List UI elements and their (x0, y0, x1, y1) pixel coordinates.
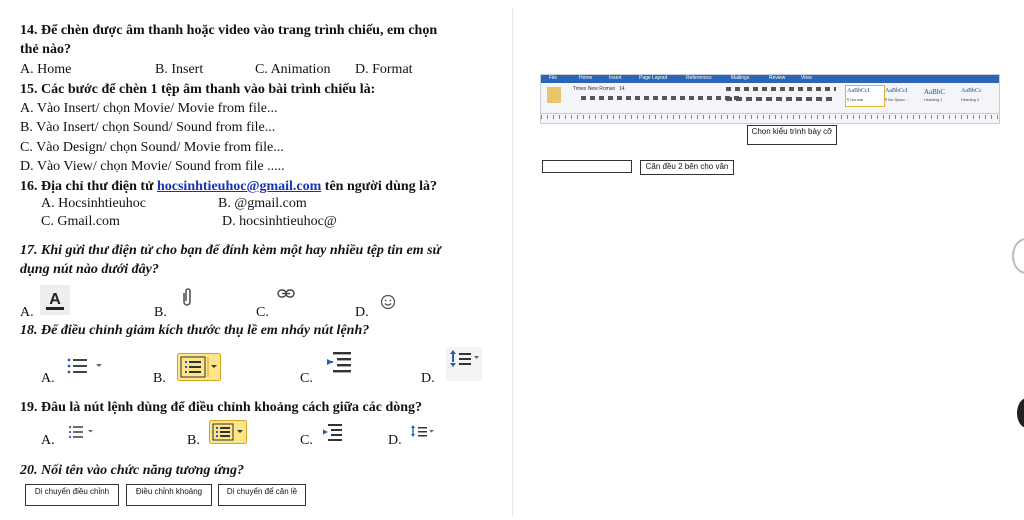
style-name-2: ¶ No Spaci... (885, 97, 908, 102)
q18-question: 18. Để điều chỉnh giảm kích thước thụ lề… (20, 323, 370, 338)
font-format-icons (581, 96, 741, 100)
q14-option-b: B. Insert (155, 62, 204, 77)
style-sample-4: AaBbCc (961, 88, 982, 94)
q18-option-d: D. (421, 371, 435, 386)
line-spacing-icon (446, 347, 482, 381)
q20-box-3: Di chuyển để căn lề (218, 484, 306, 506)
q15-option-d: D. Vào View/ chọn Movie/ Sound from file… (20, 159, 285, 174)
ruler (541, 115, 999, 119)
numbered-list-icon (209, 420, 247, 444)
q15-question: 15. Các bước để chèn 1 tệp âm thanh vào … (20, 82, 376, 97)
bullet-list-icon (67, 358, 102, 374)
ribbon-tab-view: View (801, 75, 812, 81)
q20-box-3-label: Di chuyển để căn lề (226, 487, 298, 496)
q16-option-b: B. @gmail.com (218, 196, 307, 211)
q20-box-2-label: Điều chỉnh khoảng (135, 487, 203, 496)
q15-option-b: B. Vào Insert/ chọn Sound/ Sound from fi… (20, 120, 276, 135)
nav-arrow-left-edge[interactable] (1012, 238, 1024, 274)
ribbon-tab-insert: Insert (609, 75, 622, 81)
q14-option-d: D. Format (355, 62, 413, 77)
q19-option-a: A. (41, 433, 55, 448)
alignment-icons (726, 97, 836, 101)
small-label-box-1 (542, 160, 632, 173)
q19-option-b: B. (187, 433, 200, 448)
q14-question: 14. Để chèn được âm thanh hoặc video vào… (20, 23, 438, 38)
q15-option-c: C. Vào Design/ chọn Sound/ Movie from fi… (20, 140, 284, 155)
numbered-list-icon (177, 353, 221, 381)
style-sample-2: AaBbCcI (885, 88, 908, 94)
decrease-indent-icon (323, 424, 342, 441)
q15-option-a: A. Vào Insert/ chọn Movie/ Movie from fi… (20, 101, 278, 116)
font-color-icon: A (40, 285, 70, 315)
line-spacing-icon (411, 425, 434, 437)
q17-question: 17. Khi gửi thư điện tử cho bạn để đính … (20, 243, 441, 258)
q16-option-a: A. Hocsinhtieuhoc (41, 196, 146, 211)
ribbon-bottom-edge (541, 113, 999, 114)
q14-option-a: A. Home (20, 62, 72, 77)
link-icon (277, 289, 295, 298)
document-page: 14. Để chèn được âm thanh hoặc video vào… (0, 0, 512, 520)
ribbon-tab-mailings: Mailings (731, 75, 750, 81)
q20-box-2: Điều chỉnh khoảng (126, 484, 212, 506)
small-label-box-2: Căn đều 2 bên cho văn (640, 160, 734, 175)
ribbon-tab-references: References (686, 75, 712, 81)
small-label-2-text: Căn đều 2 bên cho văn (645, 162, 729, 171)
q20-box-1-label: Di chuyển điều chỉnh (34, 487, 110, 496)
q18-option-a: A. (41, 371, 55, 386)
style-name-4: Heading 2 (961, 97, 980, 102)
decrease-indent-icon (327, 352, 351, 373)
page-divider (512, 8, 513, 516)
q17-option-b: B. (154, 305, 167, 320)
paperclip-icon (183, 288, 191, 306)
q19-question: 19. Đâu là nút lệnh dùng để điều chỉnh k… (20, 400, 423, 415)
ribbon-tab-home: Home (579, 75, 593, 81)
q19-option-c: C. (300, 433, 313, 448)
style-name-3: Heading 1 (924, 97, 943, 102)
ribbon-tab-page-layout: Page Layout (639, 75, 668, 81)
q16-suffix: tên người dùng là? (321, 179, 438, 194)
style-sample-1: AaBbCcI (847, 88, 870, 94)
q17-option-a: A. (20, 305, 34, 320)
q16-question: 16. Địa chỉ thư điện tử hocsinhtieuhoc@g… (20, 178, 437, 196)
paste-icon (547, 87, 561, 103)
style-sample-3: AaBbC (924, 88, 945, 96)
q18-option-b: B. (153, 371, 166, 386)
style-label-text: Chọn kiểu trình bày cỡ (751, 127, 833, 136)
q20-question: 20. Nối tên vào chức năng tương ứng? (20, 463, 245, 478)
q19-option-d: D. (388, 433, 402, 448)
q14-option-c: C. Animation (255, 62, 331, 77)
style-label-box: Chọn kiểu trình bày cỡ (747, 125, 837, 145)
bullet-list-icon (68, 425, 93, 439)
ribbon-tab-file: File (549, 75, 558, 81)
q16-option-d: D. hocsinhtieuhoc@ (222, 214, 337, 229)
ribbon-font-size: 14 (619, 86, 625, 92)
q20-box-1: Di chuyển điều chỉnh (25, 484, 119, 506)
smiley-icon (380, 294, 396, 310)
ribbon-tab-review: Review (769, 75, 786, 81)
q16-option-c: C. Gmail.com (41, 214, 120, 229)
style-name-1: ¶ Normal (847, 97, 864, 102)
q17-option-c: C. (256, 305, 269, 320)
word-ribbon-image: File Home Insert Page Layout References … (540, 74, 1000, 124)
svg-text:A: A (49, 291, 61, 308)
ribbon-font-name: Times New Roman (573, 86, 616, 92)
q16-email-link[interactable]: hocsinhtieuhoc@gmail.com (157, 179, 321, 194)
q17-option-d: D. (355, 305, 369, 320)
q14-question-cont: thẻ nào? (20, 42, 71, 57)
paragraph-icons (726, 87, 836, 91)
nav-arrow-right-edge[interactable] (1017, 398, 1024, 428)
q18-option-c: C. (300, 371, 313, 386)
q17-question-cont: dụng nút nào dưới đây? (20, 262, 159, 277)
q16-prefix: 16. Địa chỉ thư điện tử (20, 179, 157, 194)
